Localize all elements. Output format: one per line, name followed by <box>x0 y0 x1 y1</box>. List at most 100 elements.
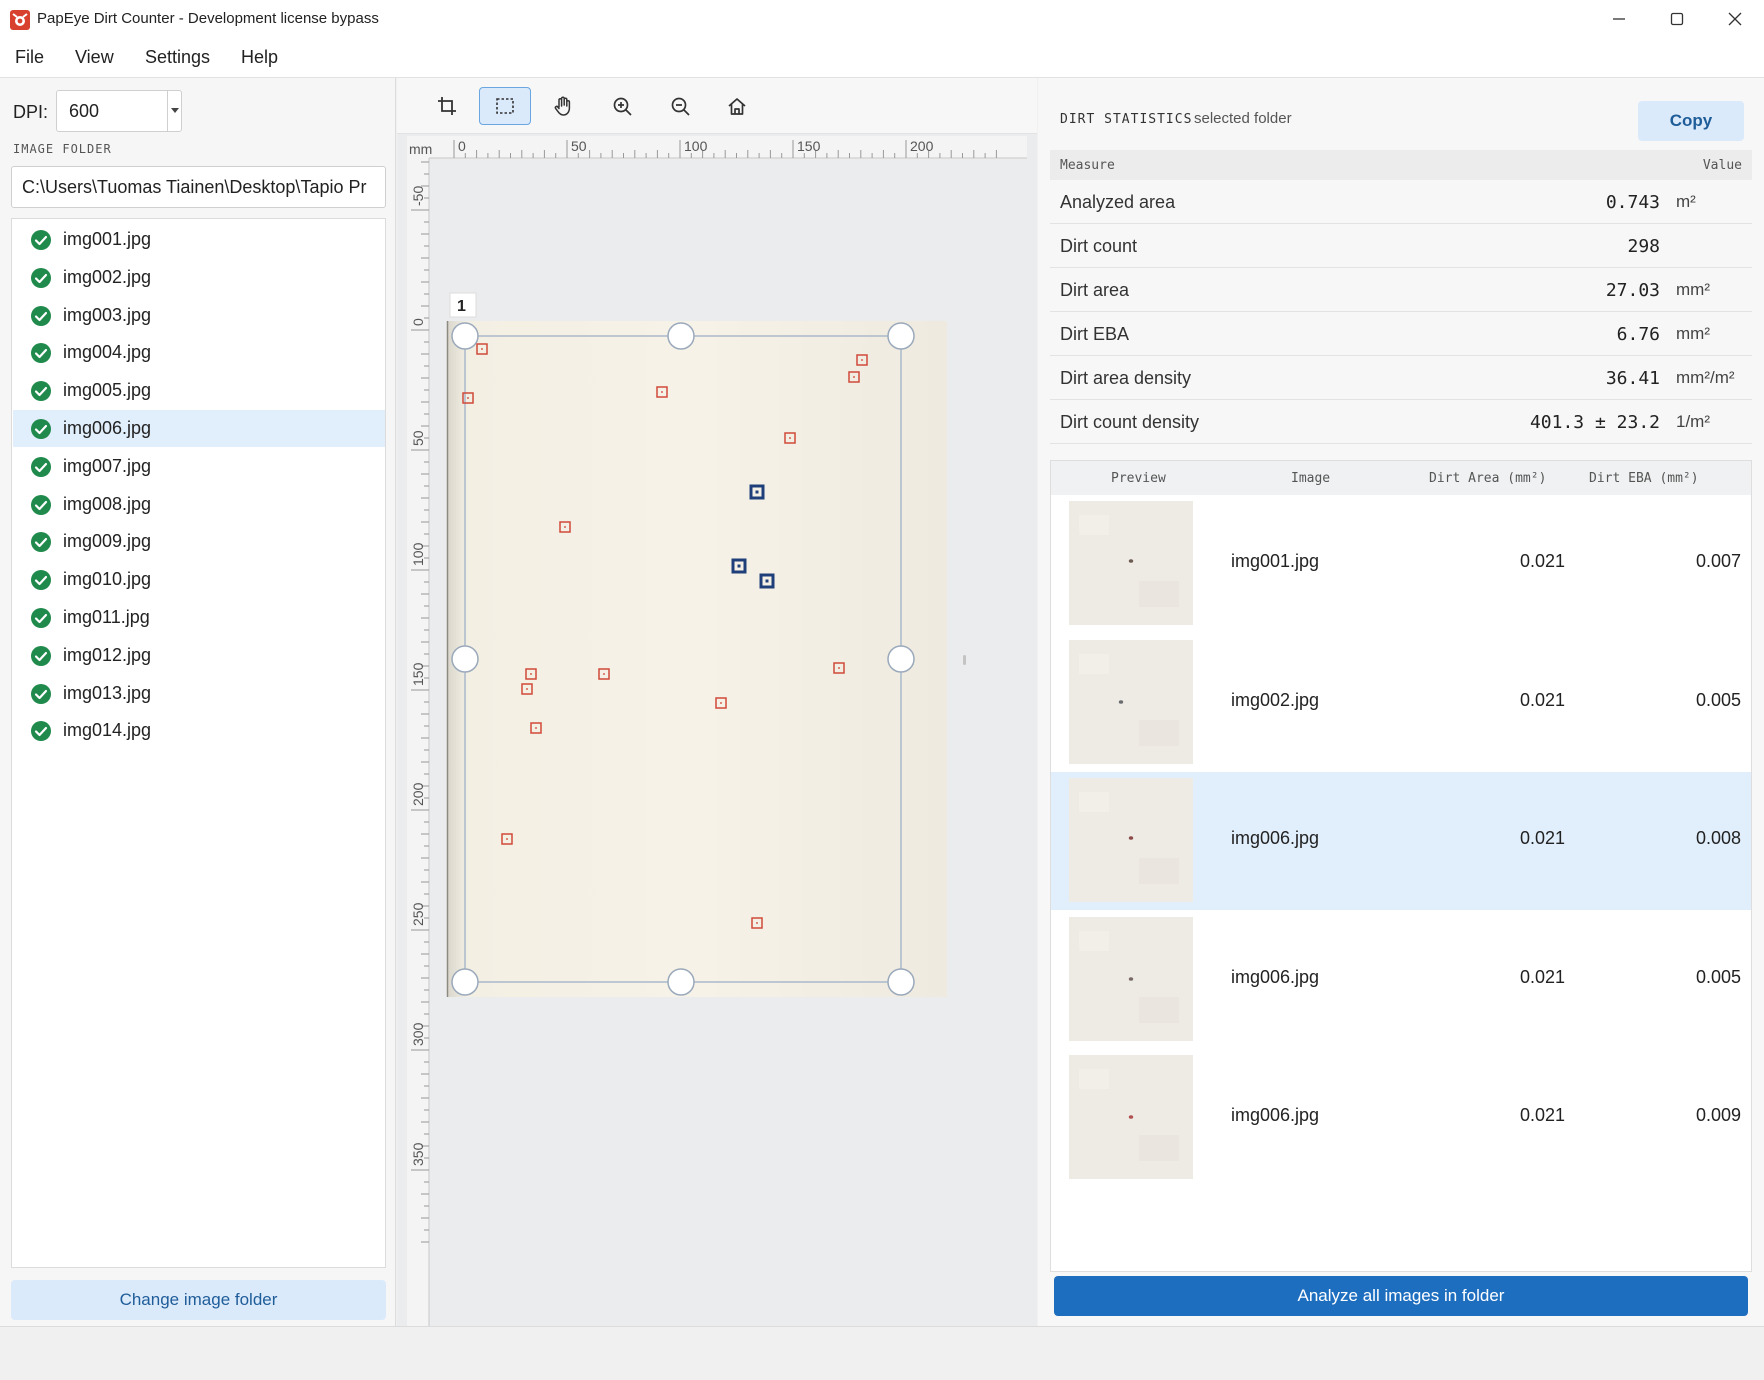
file-list-item[interactable]: img013.jpg <box>13 675 385 712</box>
app-logo-icon <box>10 10 30 30</box>
resize-handle[interactable] <box>451 322 479 350</box>
stats-value: 0.743 <box>1605 192 1660 213</box>
close-button[interactable] <box>1706 0 1764 38</box>
resize-handle[interactable] <box>667 968 695 996</box>
minimize-button[interactable] <box>1590 0 1648 38</box>
file-name: img012.jpg <box>63 644 152 665</box>
pan-tool-button[interactable] <box>537 87 589 125</box>
image-table-row[interactable]: img002.jpg 0.021 0.005 <box>1051 633 1751 772</box>
resize-handle[interactable] <box>451 968 479 996</box>
file-list-item[interactable]: img005.jpg <box>13 372 385 409</box>
check-circle-icon <box>31 645 51 666</box>
image-table-row[interactable]: img006.jpg 0.021 0.009 <box>1051 1049 1751 1187</box>
stats-row: Dirt area density 36.41 mm²/m² <box>1050 356 1752 400</box>
file-list-item[interactable]: img010.jpg <box>13 561 385 598</box>
folder-path-text[interactable]: C:\Users\Tuomas Tiainen\Desktop\Tapio Pr <box>22 177 366 198</box>
images-table-header: Preview Image Dirt Area (mm²) Dirt EBA (… <box>1051 461 1751 495</box>
stats-row: Dirt count density 401.3 ± 23.2 1/m² <box>1050 400 1752 444</box>
image-dirt-area: 0.021 <box>1519 689 1565 710</box>
file-list-item[interactable]: img006.jpg <box>13 410 385 447</box>
viewer-toolbar <box>397 78 1037 134</box>
image-name: img002.jpg <box>1231 689 1320 710</box>
maximize-button[interactable] <box>1648 0 1706 38</box>
close-icon <box>1728 12 1742 26</box>
change-folder-button[interactable]: Change image folder <box>11 1280 386 1320</box>
zoom-in-tool-button[interactable] <box>596 87 648 125</box>
image-dirt-eba: 0.005 <box>1695 689 1741 710</box>
check-circle-icon <box>31 381 51 402</box>
dirt-spot <box>481 348 483 350</box>
dirt-spot <box>756 922 758 924</box>
image-dirt-area: 0.021 <box>1519 1105 1565 1125</box>
file-list-item[interactable]: img007.jpg <box>13 448 385 485</box>
file-name: img011.jpg <box>63 607 150 627</box>
image-dirt-area: 0.021 <box>1519 966 1565 987</box>
check-circle-icon <box>31 230 51 250</box>
menu-view[interactable]: View <box>75 47 114 68</box>
file-list-item[interactable]: img008.jpg <box>13 486 385 523</box>
ruler-v-tick-label: 350 <box>410 1142 426 1166</box>
stats-measure: Dirt area density <box>1060 368 1192 388</box>
file-list-item[interactable]: img003.jpg <box>13 297 385 334</box>
crop-tool-button[interactable] <box>421 87 473 125</box>
file-list-item[interactable]: img002.jpg <box>13 259 385 296</box>
ruler-v-tick-label: 200 <box>410 782 426 806</box>
resize-handle[interactable] <box>887 968 915 996</box>
ruler-v-tick-label: 300 <box>410 1022 426 1046</box>
col-image: Image <box>1291 471 1331 486</box>
resize-handle[interactable] <box>887 645 915 673</box>
dirt-spot <box>737 564 741 568</box>
menu-help[interactable]: Help <box>241 47 278 68</box>
dirt-spot <box>526 688 528 690</box>
ruler-h-tick-label: 0 <box>458 138 466 154</box>
left-panel: DPI: 600 IMAGE FOLDER C:\Users\Tuomas Ti… <box>0 78 396 1326</box>
menu-bar: File View Settings Help <box>0 38 1764 78</box>
image-dirt-eba: 0.008 <box>1695 828 1741 848</box>
image-name: img006.jpg <box>1231 966 1320 987</box>
copy-button[interactable]: Copy <box>1638 101 1744 141</box>
stats-row: Dirt count 298 <box>1050 224 1752 268</box>
col-value: Value <box>1702 158 1742 173</box>
viewer-canvas[interactable]: mm 0 50 100 150 200 -50 0 50 100 150 200 250 300 350 1 <box>397 78 1037 1326</box>
image-table-row[interactable]: img006.jpg 0.021 0.008 <box>1051 772 1751 910</box>
resize-handle[interactable] <box>667 322 695 350</box>
folder-path-input[interactable]: C:\Users\Tuomas Tiainen\Desktop\Tapio Pr <box>11 166 386 208</box>
file-list-item[interactable]: img004.jpg <box>13 334 385 371</box>
dpi-combobox[interactable]: 600 <box>56 90 182 132</box>
file-list-item[interactable]: img014.jpg <box>13 712 385 749</box>
hand-icon <box>554 96 571 116</box>
stats-measure: Analyzed area <box>1060 192 1176 212</box>
dirt-spot <box>564 526 566 528</box>
resize-handle[interactable] <box>887 322 915 350</box>
dpi-value[interactable]: 600 <box>69 101 99 122</box>
file-list-item[interactable]: img012.jpg <box>13 637 385 674</box>
dirt-spot <box>861 359 863 361</box>
check-circle-icon <box>31 419 51 439</box>
file-list-item[interactable]: img009.jpg <box>13 523 385 560</box>
select-tool-button[interactable] <box>479 87 531 125</box>
stats-table-header: Measure Value <box>1050 150 1752 180</box>
stats-unit: m² <box>1676 192 1696 211</box>
col-dirt-eba: Dirt EBA (mm²) <box>1589 471 1699 486</box>
check-circle-icon <box>31 570 51 591</box>
image-table-row[interactable]: img006.jpg 0.021 0.005 <box>1051 910 1751 1049</box>
resize-handle[interactable] <box>451 645 479 673</box>
image-table-row[interactable]: img001.jpg 0.021 0.007 <box>1051 495 1751 633</box>
home-icon <box>728 98 746 115</box>
dirt-spot <box>506 838 508 840</box>
zoom-out-tool-button[interactable] <box>654 87 706 125</box>
stats-value: 6.76 <box>1616 324 1660 345</box>
dpi-dropdown-button[interactable] <box>167 91 181 131</box>
stats-scope-label: selected folder <box>1194 110 1292 127</box>
dirt-spot <box>530 673 532 675</box>
col-measure: Measure <box>1060 158 1115 173</box>
home-tool-button[interactable] <box>711 87 763 125</box>
menu-settings[interactable]: Settings <box>145 47 210 68</box>
file-list-item[interactable]: img011.jpg <box>13 599 385 636</box>
menu-file[interactable]: File <box>15 47 44 68</box>
dirt-preview-thumbnail <box>1069 639 1193 764</box>
stats-row: Analyzed area 0.743 m² <box>1050 180 1752 224</box>
dirt-spot <box>603 673 605 675</box>
analyze-all-button[interactable]: Analyze all images in folder <box>1054 1276 1748 1316</box>
file-list-item[interactable]: img001.jpg <box>13 221 385 258</box>
